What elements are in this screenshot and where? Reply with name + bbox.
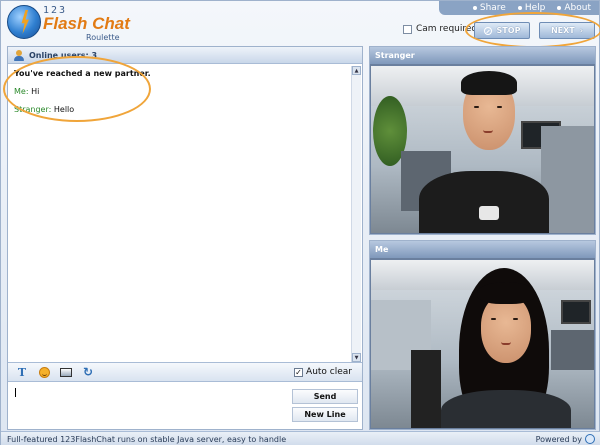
stranger-video-feed bbox=[371, 66, 594, 233]
desk bbox=[551, 330, 594, 370]
message-scrollbar[interactable]: ▲ ▼ bbox=[351, 66, 361, 362]
chat-message: Stranger: Hello bbox=[14, 105, 346, 114]
me-face bbox=[481, 295, 531, 363]
scroll-down-icon[interactable]: ▼ bbox=[352, 353, 361, 362]
logo-subtitle: Roulette bbox=[86, 33, 120, 42]
chevron-right-icon: › bbox=[579, 26, 584, 35]
app-logo: 123 Flash Chat Roulette bbox=[7, 5, 130, 43]
message-list: You've reached a new partner. Me: Hi Str… bbox=[8, 65, 352, 363]
status-bar: Full-featured 123FlashChat runs on stabl… bbox=[1, 431, 600, 445]
refresh-icon[interactable]: ↻ bbox=[82, 365, 94, 379]
monitor bbox=[561, 300, 591, 324]
message-author: Me: bbox=[14, 87, 29, 96]
stranger-video-title: Stranger bbox=[370, 47, 595, 64]
me-video-feed bbox=[371, 260, 594, 428]
about-link[interactable]: About bbox=[557, 3, 591, 13]
brand-icon bbox=[585, 434, 595, 444]
stop-button[interactable]: STOP bbox=[474, 22, 530, 39]
chat-panel: Online users: 3 You've reached a new par… bbox=[7, 46, 363, 430]
text-format-icon[interactable]: T bbox=[16, 366, 28, 379]
mouth bbox=[501, 342, 511, 345]
new-line-button[interactable]: New Line bbox=[292, 407, 358, 422]
stranger-shirt bbox=[419, 171, 549, 233]
shirt-print bbox=[479, 206, 499, 220]
next-button[interactable]: NEXT › bbox=[539, 22, 595, 39]
emoticon-button[interactable] bbox=[38, 366, 50, 378]
stranger-hair bbox=[461, 71, 517, 95]
eye bbox=[474, 106, 479, 108]
message-input[interactable]: Send New Line bbox=[8, 383, 362, 429]
user-icon bbox=[14, 49, 24, 61]
office-background bbox=[371, 260, 594, 428]
me-video-title: Me bbox=[370, 241, 595, 258]
footer-text: Full-featured 123FlashChat runs on stabl… bbox=[7, 434, 287, 444]
powered-by[interactable]: Powered by bbox=[536, 434, 595, 444]
chat-message: Me: Hi bbox=[14, 87, 346, 96]
online-users-count: Online users: 3 bbox=[29, 50, 98, 60]
bullet-icon bbox=[517, 6, 522, 10]
help-label: Help bbox=[524, 3, 546, 13]
cam-required-toggle[interactable]: Cam required bbox=[403, 24, 477, 34]
bullet-icon bbox=[557, 6, 562, 10]
eye bbox=[497, 106, 502, 108]
screenshot-button[interactable] bbox=[60, 366, 72, 378]
text-caret bbox=[15, 388, 16, 397]
scroll-up-icon[interactable]: ▲ bbox=[352, 66, 361, 75]
mouth bbox=[483, 130, 493, 133]
smiley-icon bbox=[38, 366, 50, 378]
auto-clear-label: Auto clear bbox=[306, 367, 352, 377]
me-bangs bbox=[477, 282, 535, 304]
stop-label: STOP bbox=[496, 26, 521, 35]
app-window: 123 Flash Chat Roulette Share Help About… bbox=[0, 0, 600, 445]
share-label: Share bbox=[479, 3, 506, 13]
eye bbox=[513, 318, 518, 320]
me-video-panel: Me bbox=[369, 240, 596, 430]
chat-toolbar: T ↻ ✓ Auto clear bbox=[8, 362, 362, 382]
send-button[interactable]: Send bbox=[292, 389, 358, 404]
chat-header: Online users: 3 bbox=[8, 47, 362, 64]
auto-clear-toggle[interactable]: ✓ Auto clear bbox=[294, 367, 352, 377]
message-author: Stranger: bbox=[14, 105, 52, 114]
next-label: NEXT bbox=[550, 26, 575, 35]
powered-by-label: Powered by bbox=[535, 434, 582, 444]
logo-icon bbox=[7, 5, 41, 39]
system-message: You've reached a new partner. bbox=[14, 69, 151, 78]
stop-icon bbox=[483, 26, 492, 35]
cam-required-checkbox[interactable] bbox=[403, 24, 412, 34]
message-text: Hi bbox=[31, 87, 40, 96]
message-text: Hello bbox=[53, 105, 75, 114]
logo-title: Flash Chat bbox=[43, 14, 130, 33]
about-label: About bbox=[564, 3, 591, 13]
stranger-video-panel: Stranger bbox=[369, 46, 596, 235]
eye bbox=[491, 318, 496, 320]
cam-required-label: Cam required bbox=[416, 24, 478, 34]
help-link[interactable]: Help bbox=[517, 3, 546, 13]
bullet-icon bbox=[472, 6, 477, 10]
screen-icon bbox=[60, 367, 72, 377]
me-shirt bbox=[441, 390, 571, 428]
auto-clear-checkbox[interactable]: ✓ bbox=[294, 367, 304, 377]
chair bbox=[411, 350, 441, 428]
top-links: Share Help About bbox=[472, 3, 591, 13]
office-background bbox=[371, 66, 594, 233]
share-link[interactable]: Share bbox=[472, 3, 506, 13]
